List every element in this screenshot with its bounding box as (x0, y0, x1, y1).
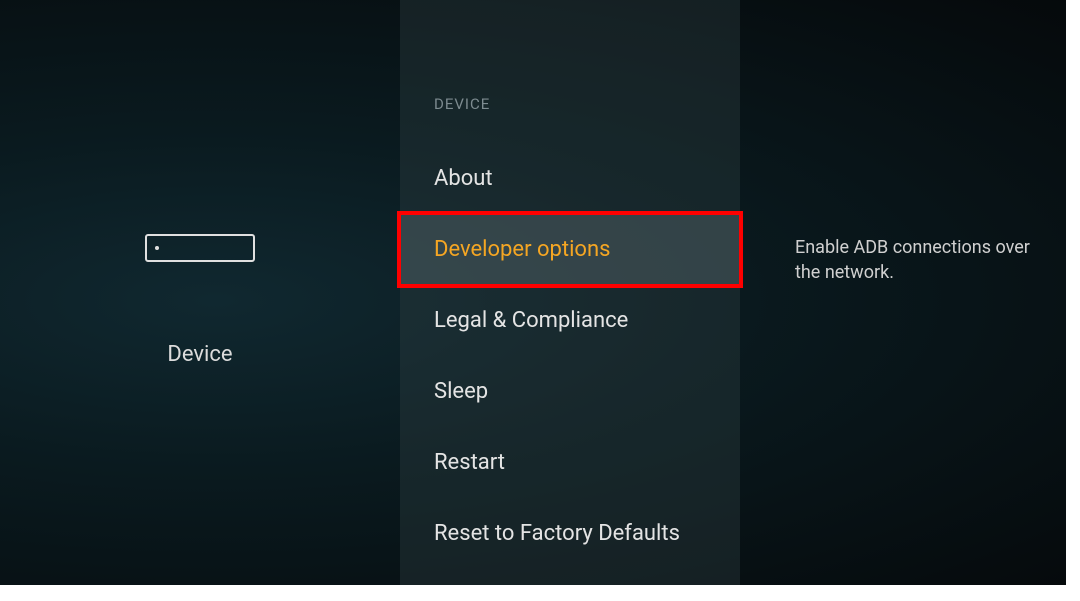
menu-item-label: Developer options (434, 237, 610, 262)
device-icon (145, 234, 255, 262)
menu-item-developer-options[interactable]: Developer options (400, 214, 740, 285)
menu-item-label: Legal & Compliance (434, 308, 628, 333)
menu-item-legal-compliance[interactable]: Legal & Compliance (400, 285, 740, 356)
menu-item-about[interactable]: About (400, 143, 740, 214)
menu-item-sleep[interactable]: Sleep (400, 356, 740, 427)
menu-item-label: Sleep (434, 379, 488, 404)
device-icon-dot (155, 246, 159, 250)
settings-screen: Device DEVICE About Developer options Le… (0, 0, 1080, 601)
section-header: DEVICE (400, 95, 740, 113)
menu-item-restart[interactable]: Restart (400, 427, 740, 498)
menu-item-reset-factory[interactable]: Reset to Factory Defaults (400, 498, 740, 569)
menu-item-label: Reset to Factory Defaults (434, 521, 680, 546)
bottom-whitespace (0, 585, 1080, 601)
menu-panel: DEVICE About Developer options Legal & C… (400, 0, 740, 601)
right-whitespace (1066, 0, 1080, 601)
description-panel: Enable ADB connections over the network. (740, 0, 1080, 601)
menu-item-label: Restart (434, 450, 505, 475)
left-panel: Device (0, 0, 400, 601)
item-description: Enable ADB connections over the network. (795, 235, 1030, 285)
menu-item-label: About (434, 166, 493, 191)
device-category-label: Device (167, 342, 232, 367)
